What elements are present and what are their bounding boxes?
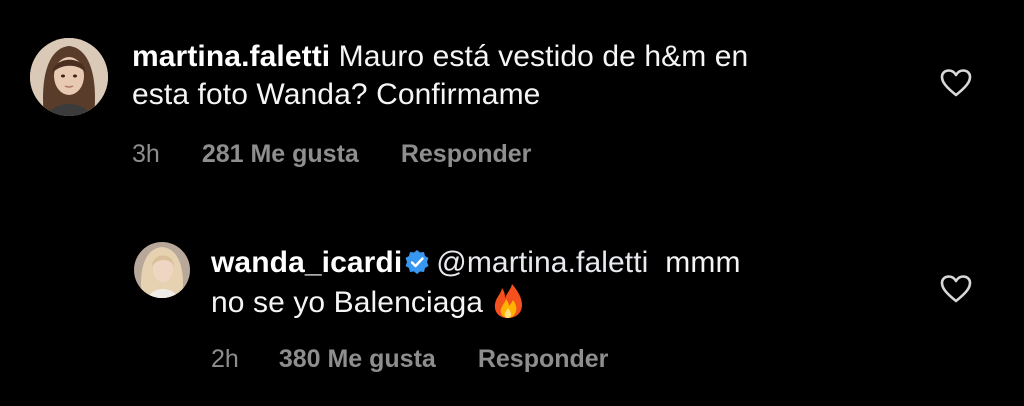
comment-time: 3h bbox=[132, 140, 160, 168]
comment-username[interactable]: martina.faletti bbox=[132, 40, 330, 73]
verified-badge-icon bbox=[404, 247, 430, 274]
reply-button[interactable]: Responder bbox=[401, 139, 532, 169]
profile-photo-icon bbox=[30, 38, 108, 116]
comment-item: martina.faletti Mauro está vestido de h&… bbox=[0, 0, 1024, 200]
heart-icon[interactable] bbox=[939, 68, 973, 98]
comment-body-line2: no se yo Balenciaga bbox=[211, 286, 484, 319]
comment-body-line1: Mauro está vestido de h&m en bbox=[338, 40, 749, 73]
comments-screen: martina.faletti Mauro está vestido de h&… bbox=[0, 0, 1024, 406]
comment-text: wanda_icardi @martina.faletti mmm no se … bbox=[211, 244, 911, 322]
reply-button[interactable]: Responder bbox=[478, 344, 609, 374]
comment-likes[interactable]: 380 Me gusta bbox=[279, 344, 436, 374]
comment-meta: 3h 281 Me gusta Responder bbox=[132, 139, 531, 169]
comment-time: 2h bbox=[211, 345, 239, 373]
comment-body-line1: mmm bbox=[665, 246, 741, 279]
comment-meta: 2h 380 Me gusta Responder bbox=[211, 344, 608, 374]
fire-icon bbox=[491, 282, 525, 320]
avatar[interactable] bbox=[30, 38, 108, 116]
comment-text: martina.faletti Mauro está vestido de h&… bbox=[132, 38, 912, 114]
profile-photo-icon bbox=[134, 242, 190, 298]
comment-mention[interactable]: @martina.faletti bbox=[436, 246, 648, 279]
heart-icon[interactable] bbox=[939, 274, 973, 304]
comment-body-line2: esta foto Wanda? Confirmame bbox=[132, 78, 541, 111]
avatar[interactable] bbox=[134, 242, 190, 298]
comment-likes[interactable]: 281 Me gusta bbox=[202, 139, 359, 169]
comment-username[interactable]: wanda_icardi bbox=[211, 246, 402, 279]
comment-item: wanda_icardi @martina.faletti mmm no se … bbox=[0, 200, 1024, 406]
